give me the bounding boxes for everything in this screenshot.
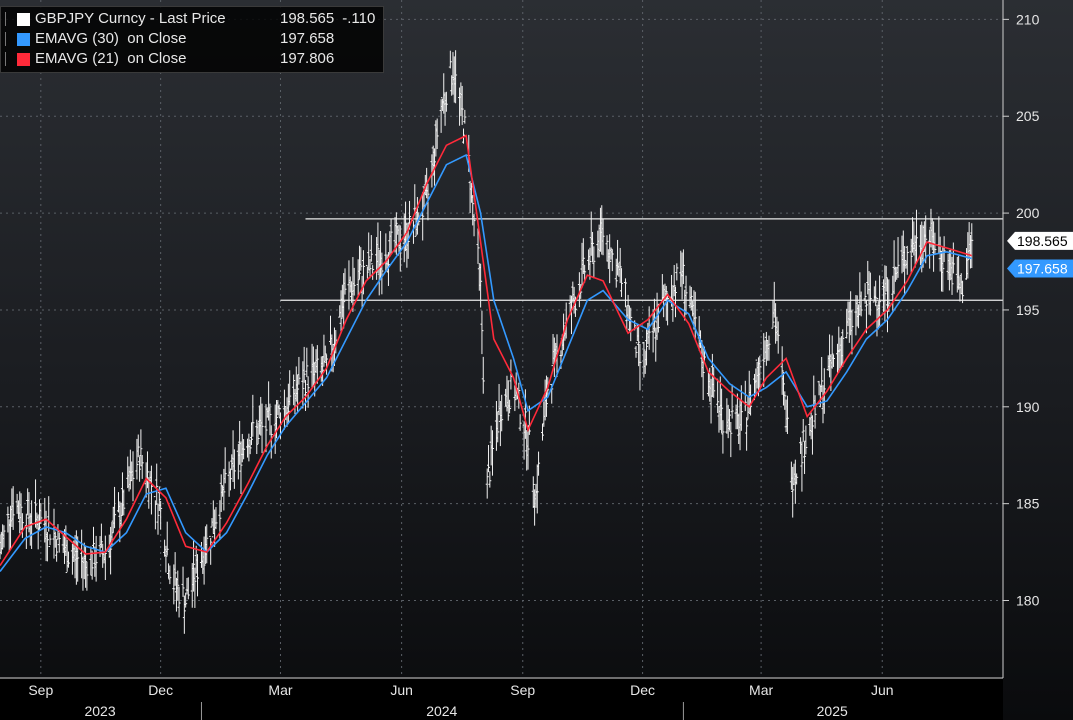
- ema-lines: [0, 134, 973, 572]
- x-tick-label: Jun: [871, 682, 894, 698]
- tree-connector: [5, 12, 14, 26]
- year-label: 2024: [426, 703, 457, 719]
- y-tick-label: 180: [1016, 593, 1040, 609]
- x-tick-label: Sep: [510, 682, 535, 698]
- ema30-line: [0, 153, 973, 572]
- x-tick-label: Mar: [749, 682, 773, 698]
- legend-item[interactable]: GBPJPY Curncy - Last Price 198.565 -.110: [5, 9, 375, 29]
- legend-swatch-ema30: [17, 32, 30, 46]
- y-tick-label: 195: [1016, 302, 1040, 318]
- y-tick-label: 185: [1016, 496, 1040, 512]
- last-value-tags: 198.565 197.658: [1007, 231, 1073, 278]
- chart-stage: 180 185 190 195 200 205 210 Sep Dec Mar Jun Sep Dec M…: [0, 0, 1073, 720]
- ema21-line: [0, 134, 973, 567]
- chart-canvas: 180 185 190 195 200 205 210 Sep Dec Mar Jun Sep Dec M…: [0, 0, 1073, 720]
- last-price-tag: 198.565: [1007, 231, 1073, 250]
- x-tick-label: Mar: [268, 682, 292, 698]
- legend-value: 198.565: [280, 10, 335, 27]
- grid-layer: [0, 0, 1003, 678]
- price-bars: [0, 50, 974, 634]
- y-tick-label: 190: [1016, 399, 1040, 415]
- x-tick-label: Sep: [28, 682, 53, 698]
- legend-item[interactable]: EMAVG (21) on Close 197.806: [5, 49, 375, 69]
- legend-swatch-price: [17, 12, 30, 26]
- y-tick-label: 210: [1016, 11, 1040, 27]
- tree-connector: [5, 32, 14, 46]
- legend[interactable]: GBPJPY Curncy - Last Price 198.565 -.110…: [0, 6, 385, 73]
- year-label: 2025: [817, 703, 848, 719]
- legend-value: 197.806: [280, 50, 335, 67]
- x-tick-label: Jun: [390, 682, 413, 698]
- last-ema30-tag: 197.658: [1007, 259, 1073, 278]
- tree-connector: [5, 52, 14, 66]
- y-tick-label: 200: [1016, 205, 1040, 221]
- legend-label: EMAVG (21) on Close: [35, 50, 187, 67]
- year-label: 2023: [84, 703, 115, 719]
- last-ema30-tag-text: 197.658: [1017, 260, 1068, 276]
- axes: 180 185 190 195 200 205 210 Sep Dec Mar Jun Sep Dec M…: [0, 0, 1040, 720]
- x-tick-label: Dec: [630, 682, 655, 698]
- x-tick-label: Dec: [148, 682, 173, 698]
- legend-item[interactable]: EMAVG (30) on Close 197.658: [5, 29, 375, 49]
- legend-label: GBPJPY Curncy - Last Price: [35, 10, 226, 27]
- legend-label: EMAVG (30) on Close: [35, 30, 187, 47]
- y-tick-label: 205: [1016, 108, 1040, 124]
- legend-change: -.110: [342, 10, 376, 27]
- legend-swatch-ema21: [17, 52, 30, 66]
- last-price-tag-text: 198.565: [1017, 233, 1068, 249]
- legend-value: 197.658: [280, 30, 335, 47]
